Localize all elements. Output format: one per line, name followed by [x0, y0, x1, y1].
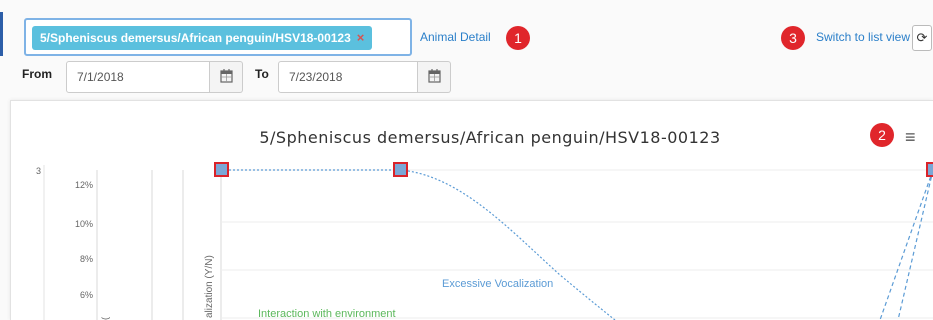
series-line-right-2	[897, 169, 933, 320]
series-label-excessive-vocalization: Excessive Vocalization	[442, 278, 553, 290]
data-point-marker[interactable]	[926, 162, 933, 177]
page: 5/Spheniscus demersus/African penguin/HS…	[0, 0, 933, 320]
data-point-marker[interactable]	[393, 162, 408, 177]
axis-title: alization (Y/N)	[204, 255, 215, 318]
percent-tick: 12%	[75, 180, 93, 190]
percent-tick: 10%	[75, 219, 93, 229]
series-line-right	[879, 169, 933, 320]
percent-tick: 6%	[80, 290, 93, 300]
series-label-interaction: Interaction with environment	[258, 308, 396, 320]
data-point-marker[interactable]	[214, 162, 229, 177]
series-curve-excessive-vocalization	[399, 169, 616, 320]
percent-tick: 8%	[80, 254, 93, 264]
left-axis-tick: 3	[36, 166, 41, 176]
chart-svg: 3 12% 10% 8% 6% alization (Y/N) ( Excess…	[36, 162, 933, 320]
